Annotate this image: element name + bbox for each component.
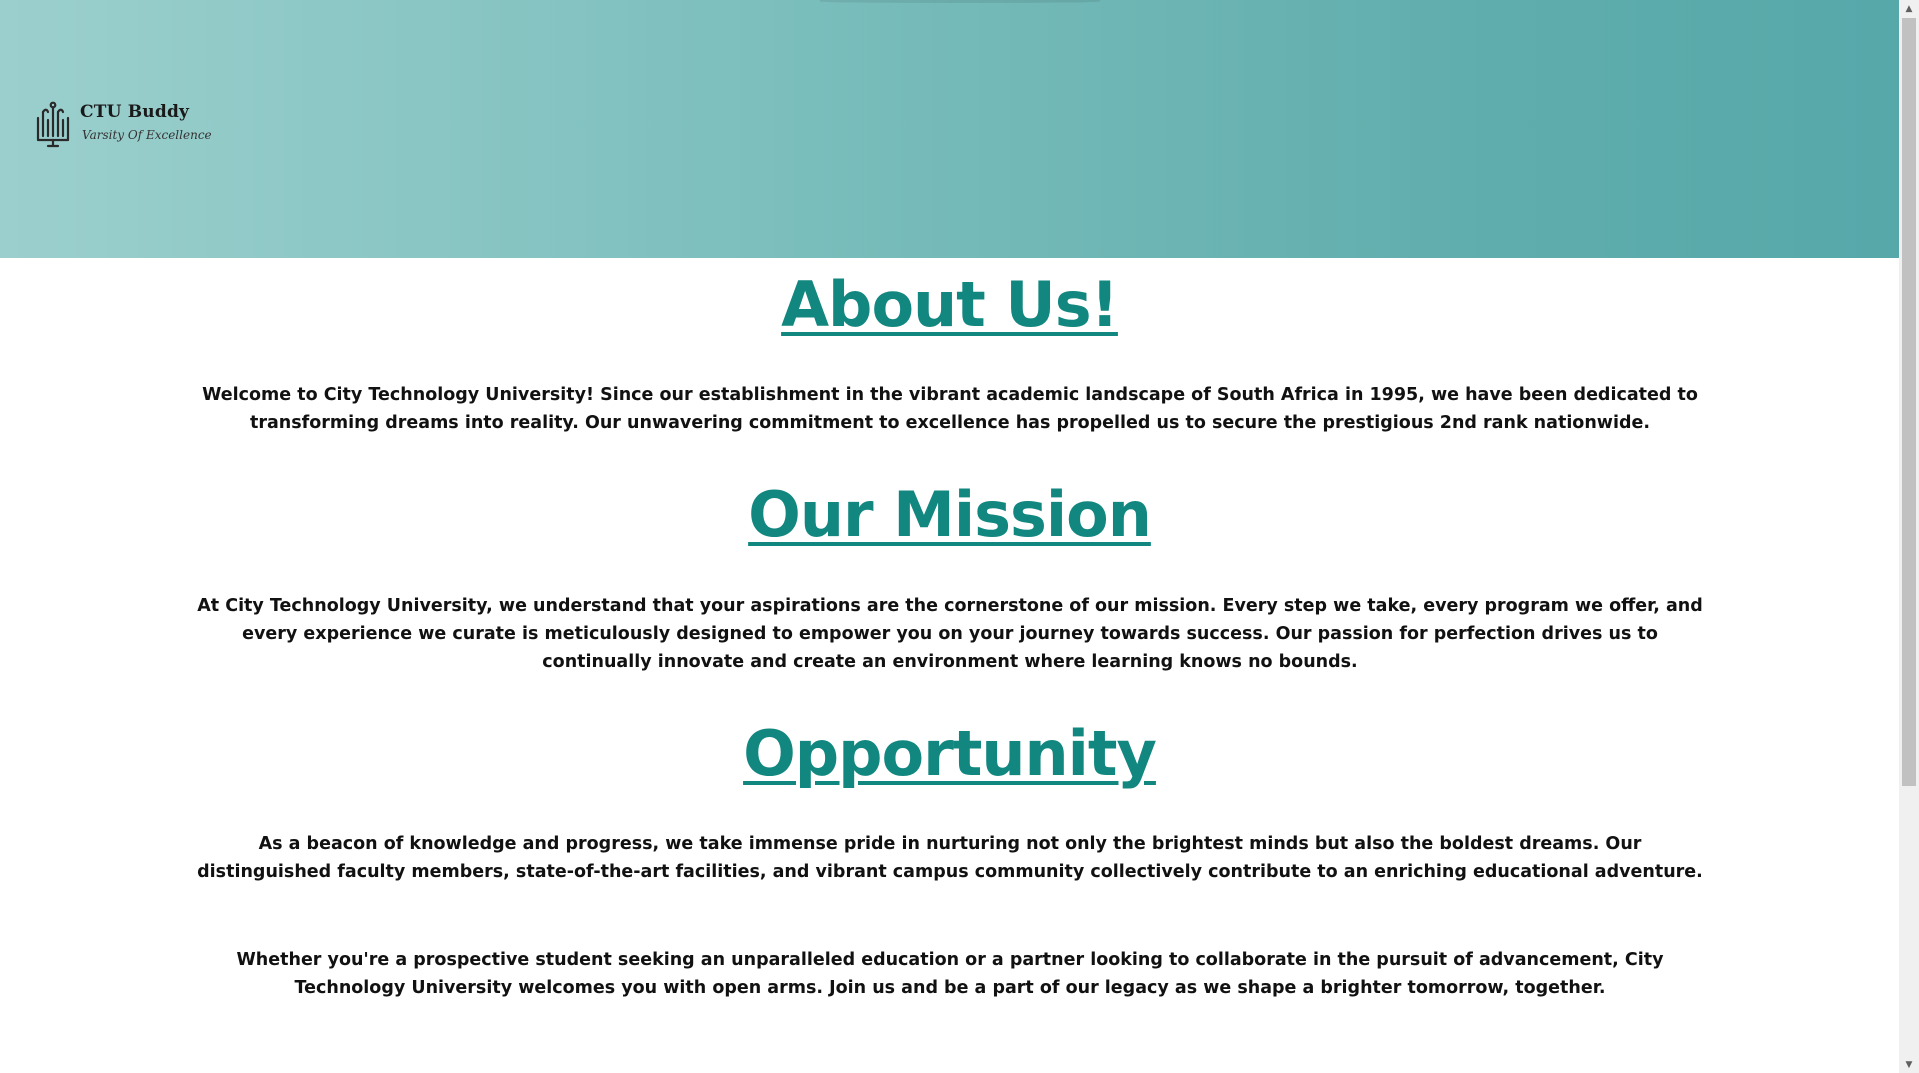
about-us-heading: About Us! (781, 268, 1119, 341)
scroll-up-arrow-icon[interactable]: ▲ (1899, 0, 1919, 17)
our-mission-heading: Our Mission (748, 478, 1152, 551)
our-mission-paragraph: At City Technology University, we unders… (197, 596, 1703, 672)
about-us-paragraph: Welcome to City Technology University! S… (202, 385, 1698, 433)
header-banner: CTU Buddy Varsity Of Excellence (0, 0, 1899, 258)
opportunity-paragraph-2: Whether you're a prospective student see… (236, 950, 1664, 998)
scroll-down-arrow-icon[interactable]: ▼ (1899, 1056, 1919, 1073)
scroll-thumb[interactable] (1902, 18, 1916, 786)
header-shadow (820, 0, 1100, 3)
opportunity-heading: Opportunity (743, 717, 1157, 790)
opportunity-paragraph-1: As a beacon of knowledge and progress, w… (197, 834, 1703, 882)
logo[interactable]: CTU Buddy Varsity Of Excellence (34, 100, 212, 148)
brand-name: CTU Buddy (80, 102, 190, 122)
page: CTU Buddy Varsity Of Excellence About Us… (0, 0, 1919, 1073)
vertical-scrollbar[interactable]: ▲ ▼ (1899, 0, 1919, 1073)
brand-tagline: Varsity Of Excellence (82, 128, 212, 142)
content-area: CTU Buddy Varsity Of Excellence About Us… (0, 0, 1899, 1073)
university-book-icon (36, 101, 70, 148)
